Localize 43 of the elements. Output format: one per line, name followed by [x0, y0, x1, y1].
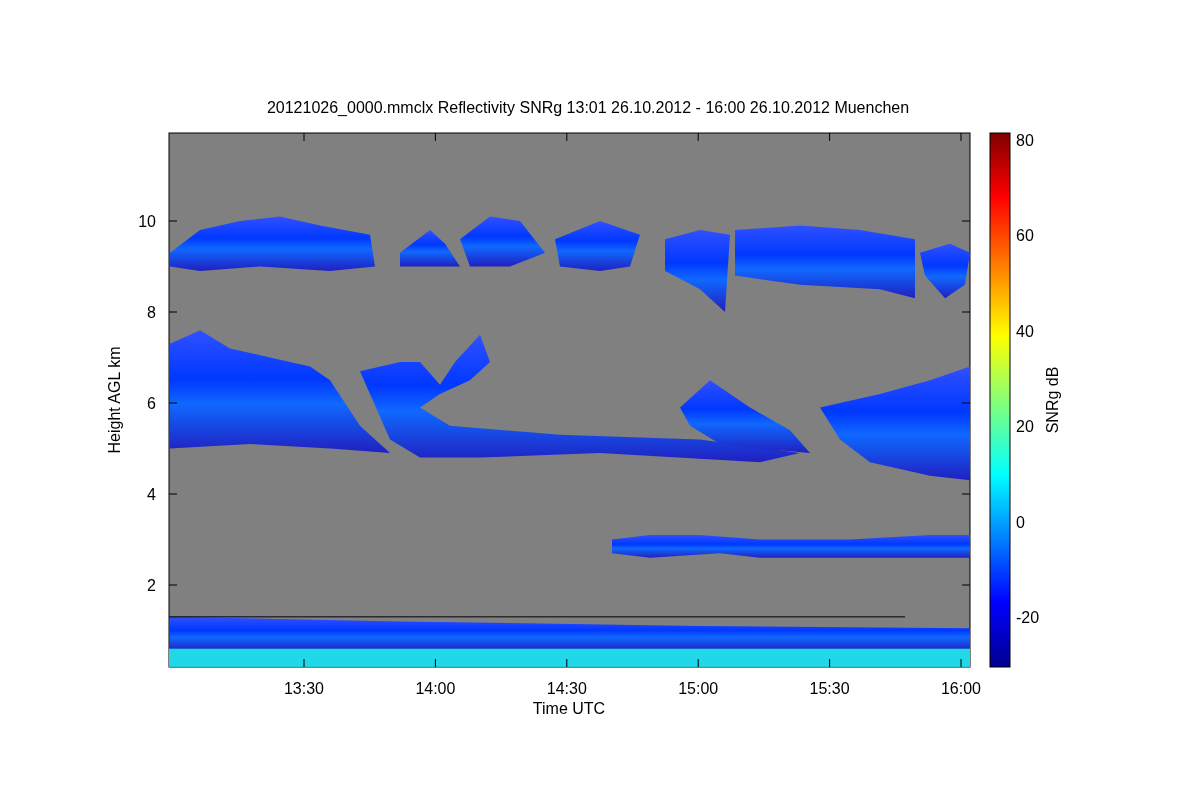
- tick-mark: [960, 658, 962, 668]
- y-tick-label: 4: [147, 486, 156, 503]
- colorbar-label: SNRg dB: [1044, 366, 1061, 434]
- y-tick-label: 2: [147, 577, 156, 594]
- tick-mark: [829, 658, 831, 668]
- tick-mark: [961, 493, 971, 495]
- x-tick-label: 14:30: [546, 680, 587, 697]
- tick-mark: [434, 658, 436, 668]
- y-axis-label: Height AGL km: [106, 346, 123, 454]
- y-tick-label: 10: [138, 213, 156, 230]
- colorbar-tick-label: 0: [1016, 513, 1025, 531]
- tick-mark: [961, 402, 971, 404]
- tick-mark: [168, 311, 178, 313]
- x-axis-label: Time UTC: [532, 700, 606, 717]
- tick-mark: [566, 132, 568, 142]
- tick-mark: [961, 220, 971, 222]
- tick-mark: [303, 132, 305, 142]
- y-tick-label: 8: [147, 304, 156, 321]
- colorbar-tick-label: 80: [1016, 132, 1034, 149]
- tick-mark: [566, 658, 568, 668]
- colorbar-tick-label: 20: [1016, 418, 1034, 436]
- tick-mark: [303, 658, 305, 668]
- tick-mark: [961, 311, 971, 313]
- tick-mark: [829, 132, 831, 142]
- tick-mark: [697, 132, 699, 142]
- x-tick-label: 16:00: [941, 680, 981, 697]
- colorbar-tick-label: 40: [1016, 322, 1034, 340]
- tick-mark: [697, 658, 699, 668]
- tick-mark: [168, 584, 178, 586]
- x-tick-label: 15:30: [809, 680, 850, 697]
- colorbar-tick-label: 60: [1016, 227, 1034, 245]
- x-tick-label: 14:00: [415, 680, 456, 697]
- x-tick-label: 15:00: [678, 680, 719, 697]
- x-tick-label: 13:30: [284, 680, 324, 697]
- tick-mark: [168, 402, 178, 404]
- tick-mark: [168, 493, 178, 495]
- tick-mark: [961, 584, 971, 586]
- chart-title: 20121026_0000.mmclx Reflectivity SNRg 13:01 26.10.2012 - 16:00 26.10.2012 Muenchen: [266, 99, 910, 116]
- colorbar-tick-label: -20: [1016, 609, 1040, 626]
- tick-mark: [168, 220, 178, 222]
- tick-mark: [960, 132, 962, 142]
- tick-mark: [434, 132, 436, 142]
- y-tick-label: 6: [147, 395, 156, 412]
